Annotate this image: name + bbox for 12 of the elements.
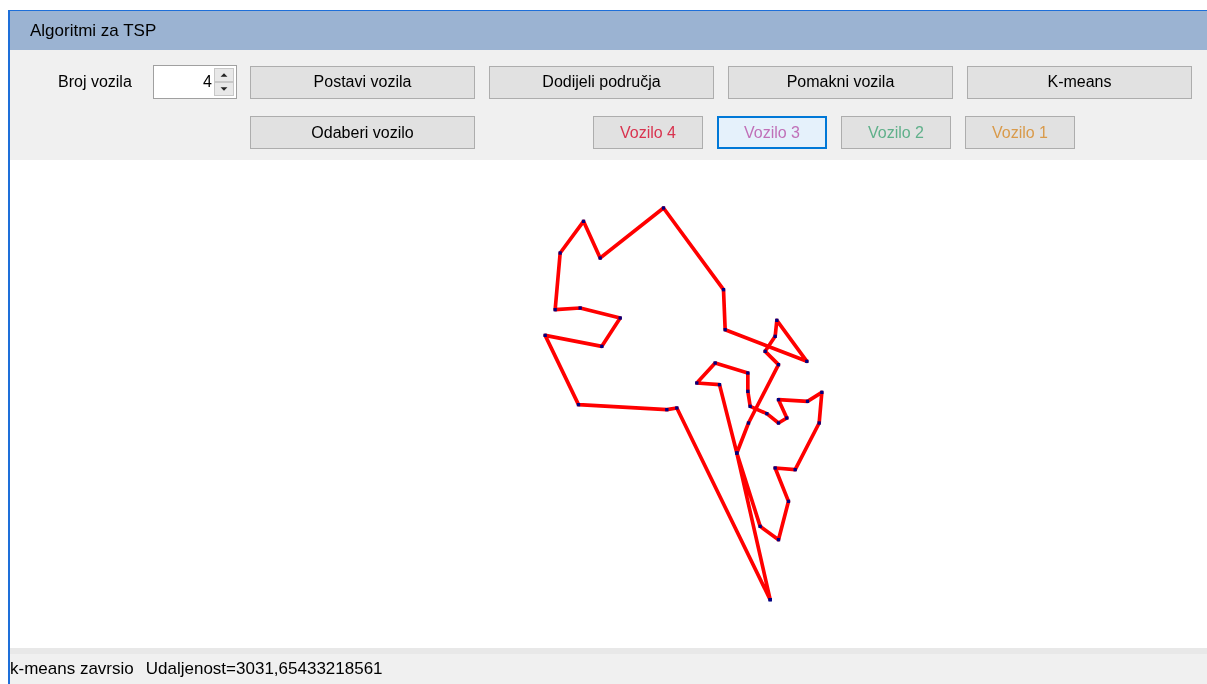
action-button[interactable]: Dodijeli područja [489, 65, 714, 99]
window-title: Algoritmi za TSP [30, 19, 157, 42]
vehicle-count-label: Broj vozila [58, 72, 133, 92]
status-text: Udaljenost=3031,65433218561 [145, 658, 383, 681]
action-button[interactable]: K-means [967, 65, 1192, 99]
action-button[interactable]: Pomakni vozila [728, 65, 953, 99]
vehicle-count-spinner[interactable]: 4 [153, 65, 237, 99]
vehicle-button[interactable]: Vozilo 4 [593, 116, 703, 149]
status-text: k-means zavrsio [10, 658, 134, 681]
select-vehicle-button[interactable]: Odaberi vozilo [250, 116, 475, 149]
spinner-value: 4 [202, 72, 213, 92]
action-button[interactable]: Postavi vozila [250, 65, 475, 99]
